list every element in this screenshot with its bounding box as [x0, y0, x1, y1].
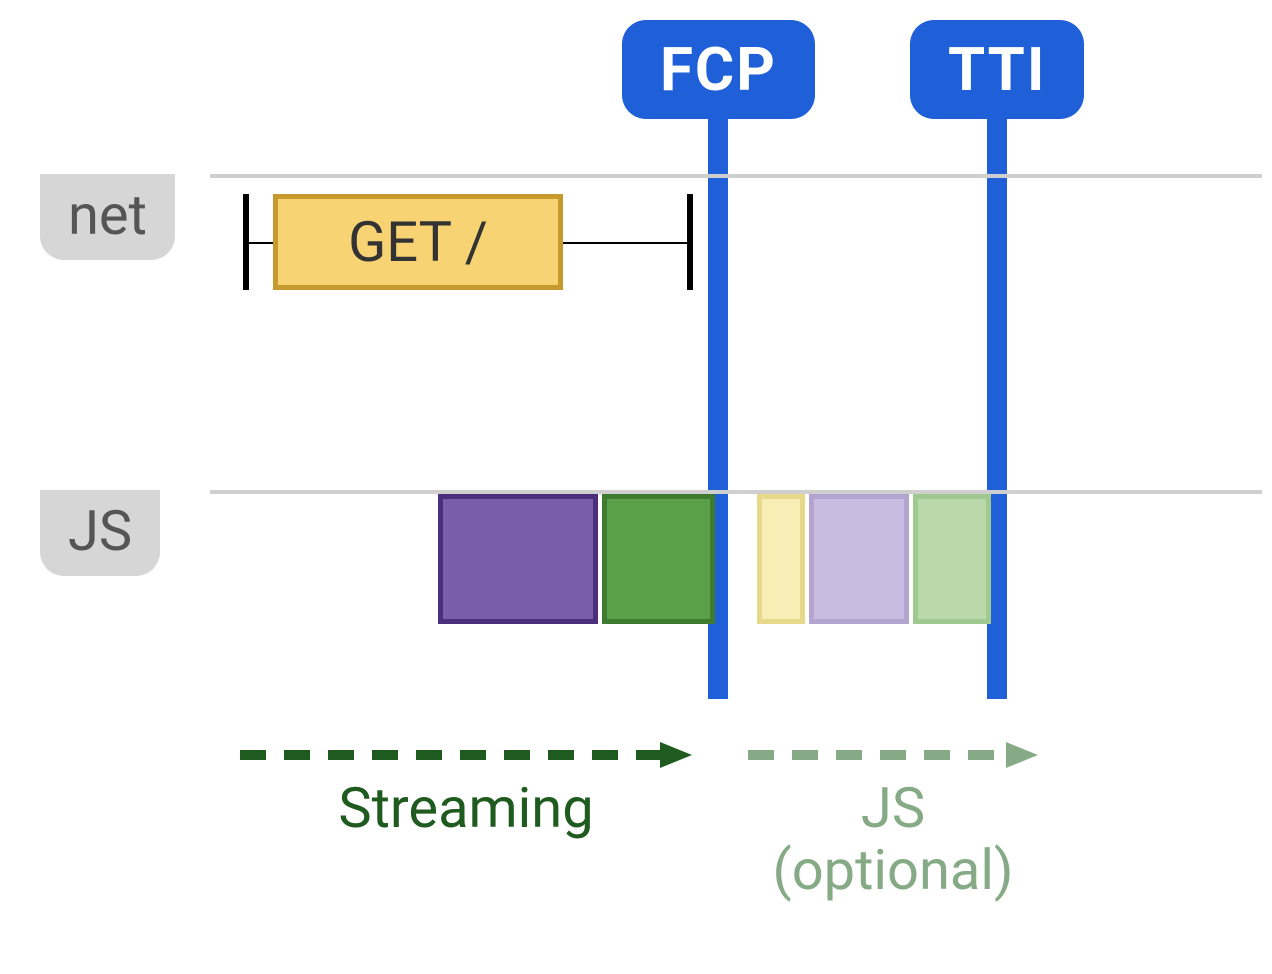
arrow-js-optional: JS (optional) [748, 740, 1038, 901]
net-request-box: GET / [273, 194, 563, 290]
net-request-label: GET / [348, 209, 488, 275]
js-block-purple-optional [809, 494, 909, 624]
net-request-bar: GET / [243, 194, 693, 290]
lane-net: net GET / [0, 174, 1272, 334]
lane-js-label: JS [40, 490, 160, 576]
js-block-green-optional [913, 494, 991, 624]
marker-fcp-label: FCP [622, 20, 815, 119]
arrow-js-optional-line2: (optional) [773, 837, 1014, 903]
arrow-js-optional-label: JS (optional) [773, 778, 1014, 901]
js-blocks [438, 494, 991, 624]
js-block-purple [438, 494, 598, 624]
lane-net-label: net [40, 174, 175, 260]
arrow-streaming: Streaming [240, 740, 692, 840]
arrow-streaming-label: Streaming [338, 778, 593, 840]
lane-net-topline [210, 174, 1262, 178]
js-block-green [602, 494, 715, 624]
arrow-streaming-icon [240, 740, 692, 770]
arrow-js-optional-icon [748, 740, 1038, 770]
net-request-start-cap [243, 194, 249, 290]
lane-js: JS [0, 490, 1272, 650]
js-block-yellow-optional [757, 494, 805, 624]
net-request-end-cap [687, 194, 693, 290]
marker-tti-label: TTI [910, 20, 1084, 119]
arrow-js-optional-line1: JS [861, 775, 925, 841]
js-block-spacer [719, 494, 753, 624]
timing-diagram: FCP TTI net GET / JS [0, 0, 1272, 974]
